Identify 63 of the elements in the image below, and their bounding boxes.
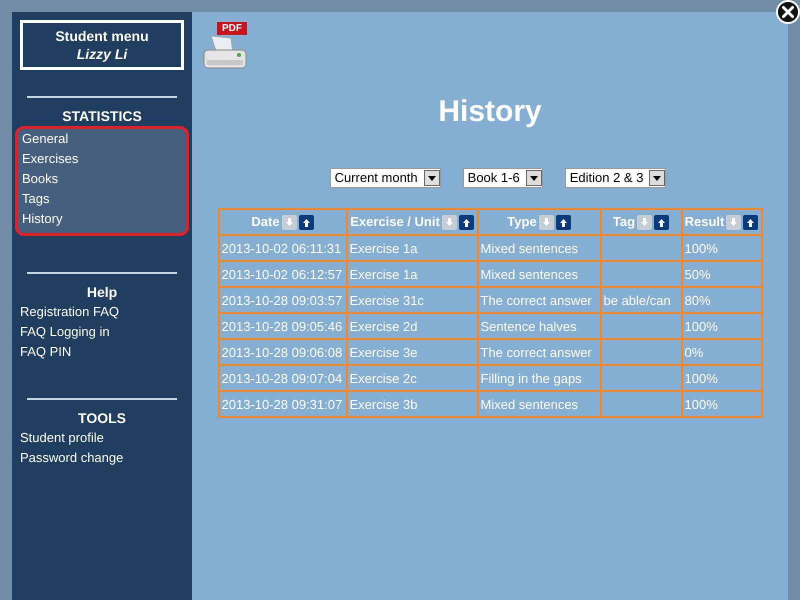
table-cell: Sentence halves — [480, 318, 577, 334]
menu-title: Student menu — [55, 27, 149, 45]
table-cell: Mixed sentences — [480, 266, 578, 282]
table-cell: 0% — [684, 344, 704, 360]
table-cell: 2013-10-02 06:11:31 — [222, 240, 342, 256]
sort-up-icon[interactable] — [556, 214, 571, 230]
table-cell: 100% — [684, 240, 718, 256]
menu-link[interactable]: Registration FAQ — [20, 302, 119, 322]
column-header: Exercise / Unit — [350, 213, 440, 232]
table-cell: The correct answer — [480, 344, 592, 360]
page-title: History — [438, 94, 542, 130]
table-cell: 2013-10-28 09:03:57 — [222, 292, 342, 308]
column-header: Type — [507, 213, 537, 232]
caret-icon — [424, 170, 440, 186]
table-cell: Exercise 31c — [350, 292, 424, 308]
table-cell: 100% — [684, 370, 718, 386]
table-cell: be able/can — [604, 292, 671, 308]
dropdown[interactable]: Book 1-6 — [462, 168, 543, 188]
section-heading: Help — [86, 283, 118, 302]
menu-link[interactable]: FAQ PIN — [20, 342, 72, 362]
table-cell: Mixed sentences — [480, 240, 578, 256]
table-cell: The correct answer — [480, 292, 592, 308]
column-header: Tag — [612, 213, 636, 232]
sort-up-icon[interactable] — [743, 214, 758, 230]
menu-link[interactable]: Exercises — [22, 149, 78, 169]
menu-link[interactable]: History — [22, 209, 62, 229]
table-cell: Exercise 1a — [350, 240, 418, 256]
menu-link[interactable]: FAQ Logging in — [20, 322, 110, 342]
table-cell: 100% — [684, 396, 718, 412]
table-cell: 2013-10-28 09:06:08 — [222, 344, 342, 360]
menu-link[interactable]: Tags — [22, 189, 50, 209]
dropdown[interactable]: Current month — [330, 168, 441, 188]
table-cell: 80% — [684, 292, 711, 308]
section-heading: TOOLS — [78, 409, 126, 428]
dropdown[interactable]: Edition 2 & 3 — [564, 168, 666, 188]
menu-link[interactable]: Password change — [20, 448, 124, 468]
table-cell: Exercise 2c — [350, 370, 417, 386]
column-header: Result — [684, 213, 724, 232]
table-cell: 2013-10-28 09:31:07 — [222, 396, 342, 412]
pdf-badge: PDF — [217, 22, 247, 35]
table-cell: Exercise 1a — [350, 266, 418, 282]
sort-up-icon[interactable] — [458, 214, 474, 230]
section-heading: STATISTICS — [62, 107, 142, 126]
sort-up-icon[interactable] — [654, 214, 670, 230]
table-cell: Mixed sentences — [480, 396, 578, 412]
table-cell: Exercise 2d — [350, 318, 418, 334]
menu-link[interactable]: Books — [22, 169, 58, 189]
close-icon[interactable] — [776, 0, 800, 24]
sort-up-icon[interactable] — [298, 214, 314, 230]
caret-icon — [649, 170, 666, 186]
user-name: Lizzy Li — [76, 45, 128, 63]
menu-link[interactable]: General — [22, 129, 68, 149]
table-cell: Filling in the gaps — [480, 370, 582, 386]
column-header: Date — [251, 213, 280, 232]
caret-icon — [526, 170, 542, 186]
table-cell: 100% — [684, 318, 718, 334]
table-cell: Exercise 3e — [350, 344, 418, 360]
table-cell: 50% — [684, 266, 711, 282]
menu-link[interactable]: Student profile — [20, 428, 104, 448]
table-cell: Exercise 3b — [350, 396, 418, 412]
table-cell: 2013-10-28 09:07:04 — [222, 370, 342, 386]
table-cell: 2013-10-02 06:12:57 — [222, 266, 342, 282]
table-cell: 2013-10-28 09:05:46 — [222, 318, 342, 334]
